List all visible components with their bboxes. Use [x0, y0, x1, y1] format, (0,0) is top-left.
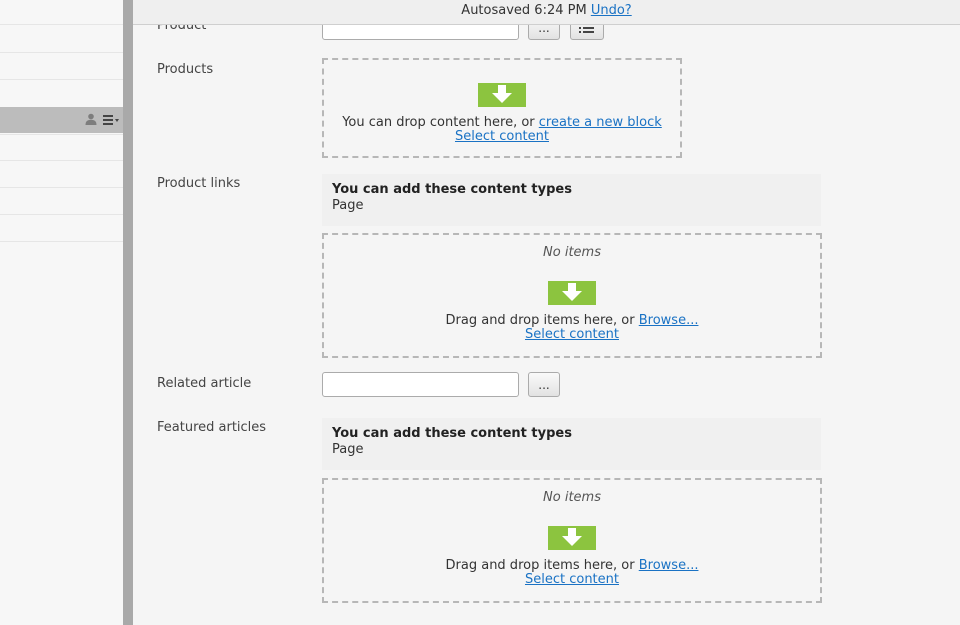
content-type-item: Page — [332, 198, 364, 213]
dropzone-text: Drag and drop items here, or — [445, 313, 635, 328]
product-links-dropzone[interactable]: No items Drag and drop items here, or Br… — [322, 233, 822, 358]
field-label-product-links: Product links — [157, 176, 241, 191]
tree-row-divider — [0, 134, 123, 135]
undo-link[interactable]: Undo? — [591, 3, 632, 18]
tree-row-divider — [0, 79, 123, 80]
tree-row-divider — [0, 52, 123, 53]
field-label-related-article: Related article — [157, 376, 252, 391]
create-block-link[interactable]: create a new block — [539, 115, 662, 130]
no-items-text: No items — [543, 245, 601, 260]
content-type-item: Page — [332, 442, 364, 457]
browse-link[interactable]: Browse... — [639, 313, 699, 328]
no-items-text: No items — [543, 490, 601, 505]
panel-splitter[interactable] — [123, 0, 133, 625]
main-editor: Autosaved 6:24 PM Undo? Product ... Prod… — [133, 0, 960, 625]
dropzone-text: You can drop content here, or — [342, 115, 535, 130]
related-article-input[interactable] — [322, 372, 519, 397]
tree-row-divider — [0, 160, 123, 161]
autosave-bar: Autosaved 6:24 PM Undo? — [133, 0, 960, 25]
dropzone-text: Drag and drop items here, or — [445, 558, 635, 573]
tree-panel — [0, 0, 123, 625]
field-label-products: Products — [157, 62, 214, 77]
content-types-box: You can add these content types Page — [322, 174, 821, 226]
products-dropzone[interactable]: You can drop content here, or create a n… — [322, 58, 682, 158]
featured-articles-dropzone[interactable]: No items Drag and drop items here, or Br… — [322, 478, 822, 603]
select-content-link[interactable]: Select content — [455, 129, 549, 144]
drop-arrow-icon — [548, 526, 596, 550]
field-label-featured-articles: Featured articles — [157, 420, 267, 435]
drop-arrow-icon — [548, 281, 596, 305]
tree-row-divider — [0, 214, 123, 215]
drop-arrow-icon — [478, 83, 526, 107]
user-icon — [85, 113, 97, 125]
tree-row-selected[interactable] — [0, 107, 123, 133]
tree-row-divider — [0, 24, 123, 25]
tree-row-divider — [0, 241, 123, 242]
tree-row-divider — [0, 187, 123, 188]
browse-link[interactable]: Browse... — [639, 558, 699, 573]
autosave-status: Autosaved 6:24 PM — [461, 3, 587, 18]
related-article-browse-button[interactable]: ... — [528, 372, 560, 397]
content-types-title: You can add these content types — [332, 426, 572, 441]
select-content-link[interactable]: Select content — [525, 327, 619, 342]
content-types-box: You can add these content types Page — [322, 418, 821, 470]
select-content-link[interactable]: Select content — [525, 572, 619, 587]
content-types-title: You can add these content types — [332, 182, 572, 197]
menu-icon[interactable] — [103, 114, 121, 126]
